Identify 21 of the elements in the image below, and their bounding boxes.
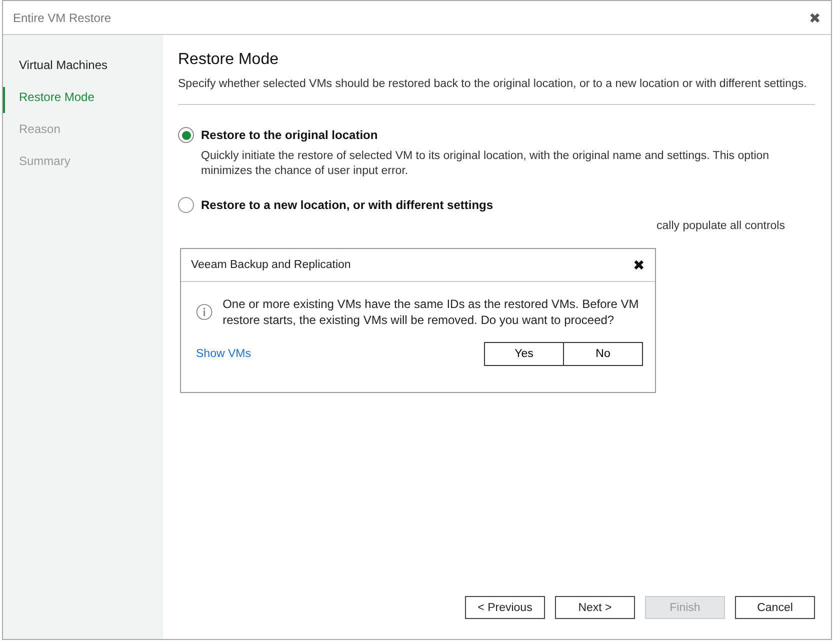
close-button[interactable]: ✖ — [633, 257, 645, 273]
dialog-button[interactable]: Yes — [484, 342, 564, 366]
wizard-button[interactable]: Cancel — [735, 596, 815, 619]
close-button[interactable]: ✖ — [809, 10, 821, 26]
radio-button[interactable] — [178, 197, 194, 213]
dialog-message: One or more existing VMs have the same IDs as the restored VMs. Before VM restore starts, the existing VMs will be removed. Do you want to proceed? — [222, 296, 640, 328]
option-label: Restore to a new location, or with different settings — [201, 198, 494, 212]
sidebar-item[interactable]: Restore Mode — [3, 87, 163, 113]
option-description: cally populate all controls — [656, 219, 786, 234]
sidebar-item[interactable]: Virtual Machines — [3, 55, 163, 81]
radio-button[interactable] — [178, 127, 194, 143]
dialog-title: Veeam Backup and Replication — [191, 259, 351, 271]
page-description: Specify whether selected VMs should be restored back to the original location, or to a new location or with different settings. — [178, 77, 808, 92]
option-description: Quickly initiate the restore of selected VM to its original location, with the original name and settings. This option minimizes the chance of user input error. — [201, 149, 770, 179]
wizard-button[interactable]: Next > — [555, 596, 635, 619]
window-title: Entire VM Restore — [13, 10, 112, 24]
option-label: Restore to the original location — [201, 128, 378, 142]
show-vms-link[interactable]: Show VMs — [196, 348, 251, 360]
wizard-button[interactable]: < Previous — [465, 596, 545, 619]
dialog-button[interactable]: No — [563, 342, 643, 366]
page-title: Restore Mode — [178, 51, 280, 69]
